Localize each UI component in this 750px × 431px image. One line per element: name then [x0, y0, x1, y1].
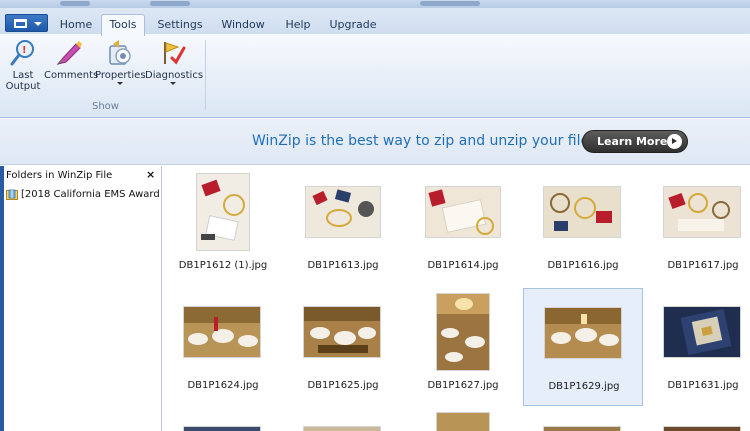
tree-item-zip-file[interactable]: [2018 California EMS Awards.z [6, 188, 160, 202]
ribbon-toolbar: ! Last Output Comments Properties Diagno… [0, 34, 750, 118]
file-tile-selected[interactable]: DB1P1629.jpg [523, 288, 643, 406]
chevron-down-icon [34, 22, 42, 26]
comments-label: Comments [44, 70, 99, 81]
file-thumbnail [183, 306, 261, 358]
file-name: DB1P1614.jpg [427, 260, 499, 271]
file-thumbnail [303, 306, 381, 358]
menu-tab-row: Home Tools Settings Window Help Upgrade [0, 8, 750, 36]
arrow-right-icon [667, 134, 682, 149]
comments-button[interactable]: Comments [44, 38, 98, 81]
file-tile[interactable]: DB1P1631.jpg [643, 288, 750, 406]
file-name: DB1P1625.jpg [307, 380, 379, 391]
file-thumbnail [436, 293, 490, 371]
app-menu-button[interactable] [5, 14, 48, 32]
last-output-label-1: Last [12, 70, 34, 81]
file-thumbnail-grid: DB1P1612 (1).jpg DB1P1613.jpg DB1P1614.j… [163, 166, 750, 431]
properties-button[interactable]: Properties [95, 38, 146, 85]
title-decoration [150, 1, 190, 6]
file-tile[interactable]: DB1P1625.jpg [283, 288, 403, 406]
svg-text:!: ! [22, 45, 27, 56]
folders-panel-title: Folders in WinZip File [6, 170, 113, 181]
banner-text: WinZip is the best way to zip and unzip … [252, 133, 601, 149]
ribbon-group-separator [205, 40, 206, 110]
tree-item-label: [2018 California EMS Awards.z [21, 189, 160, 200]
tab-window[interactable]: Window [216, 16, 270, 36]
file-tile[interactable]: DB1P1617.jpg [643, 168, 750, 286]
file-thumbnail [663, 186, 741, 238]
title-decoration [420, 1, 480, 6]
file-thumbnail [305, 186, 381, 238]
file-thumbnail [425, 186, 501, 238]
window-title-strip [0, 0, 750, 8]
tab-upgrade[interactable]: Upgrade [325, 16, 381, 36]
diagnostics-label: Diagnostics [145, 70, 204, 81]
file-tile[interactable]: DB1P1612 (1).jpg [163, 168, 283, 286]
file-name: DB1P1624.jpg [187, 380, 259, 391]
file-name: DB1P1612 (1).jpg [178, 260, 268, 271]
file-thumbnail-partial[interactable] [436, 412, 490, 431]
file-thumbnail-partial[interactable] [303, 426, 381, 431]
file-tile[interactable]: DB1P1616.jpg [523, 168, 643, 286]
tab-home[interactable]: Home [56, 16, 96, 36]
folders-panel: Folders in WinZip File × [2018 Californi… [0, 166, 162, 431]
properties-icon [109, 40, 131, 65]
chevron-down-icon [117, 82, 123, 85]
ribbon-group-label: Show [92, 101, 119, 112]
learn-more-button[interactable]: Learn More [582, 130, 688, 153]
file-thumbnail-partial[interactable] [663, 426, 741, 431]
file-thumbnail [543, 186, 621, 238]
file-tile[interactable]: DB1P1624.jpg [163, 288, 283, 406]
last-output-icon: ! [10, 40, 34, 66]
zip-folder-icon [6, 189, 18, 200]
file-thumbnail-partial[interactable] [543, 426, 621, 431]
file-tile[interactable]: DB1P1614.jpg [403, 168, 523, 286]
file-name: DB1P1631.jpg [667, 380, 739, 391]
tab-help[interactable]: Help [280, 16, 316, 36]
window-icon [14, 19, 27, 28]
learn-more-label: Learn More [597, 135, 668, 148]
chevron-down-icon [170, 82, 176, 85]
file-thumbnail [544, 307, 622, 359]
diagnostics-button[interactable]: Diagnostics [145, 38, 204, 85]
file-tile[interactable]: DB1P1613.jpg [283, 168, 403, 286]
file-name: DB1P1629.jpg [548, 381, 620, 392]
file-name: DB1P1613.jpg [307, 260, 379, 271]
promo-banner: WinZip is the best way to zip and unzip … [0, 119, 750, 165]
tab-settings[interactable]: Settings [152, 16, 208, 36]
comments-icon [56, 41, 82, 65]
diagnostics-icon [164, 42, 186, 65]
file-thumbnail [196, 173, 250, 251]
last-output-label-2: Output [5, 81, 41, 92]
last-output-button[interactable]: ! Last Output [3, 38, 43, 92]
file-thumbnail-partial[interactable] [183, 426, 261, 431]
close-icon[interactable]: × [146, 168, 155, 181]
file-name: DB1P1617.jpg [667, 260, 739, 271]
file-tile[interactable]: DB1P1627.jpg [403, 288, 523, 406]
file-name: DB1P1616.jpg [547, 260, 619, 271]
file-name: DB1P1627.jpg [427, 380, 499, 391]
tab-tools[interactable]: Tools [101, 14, 145, 36]
file-thumbnail [663, 306, 741, 358]
properties-label: Properties [95, 70, 146, 81]
title-decoration [60, 1, 90, 6]
